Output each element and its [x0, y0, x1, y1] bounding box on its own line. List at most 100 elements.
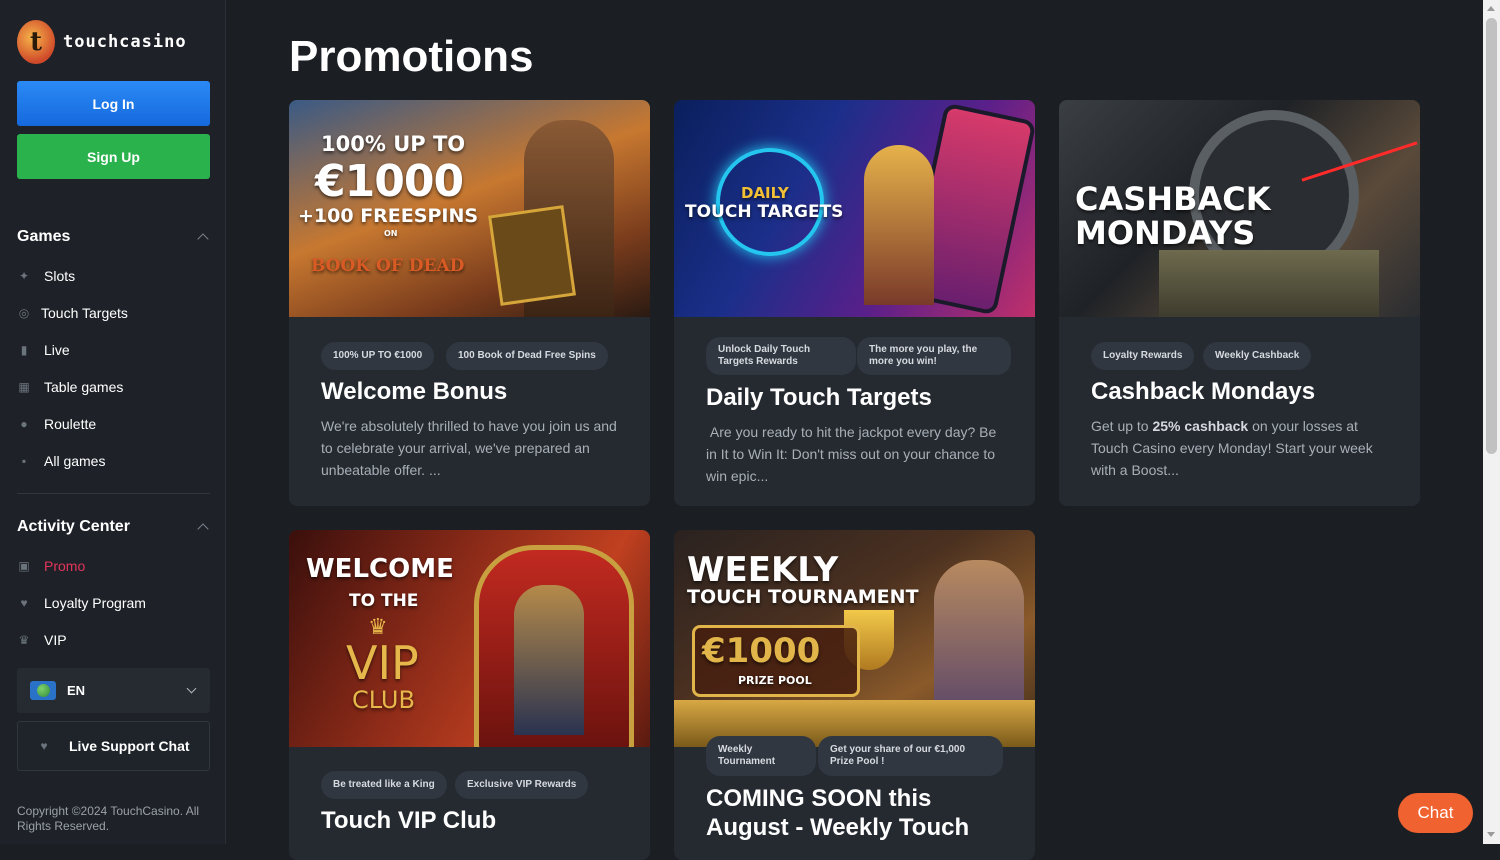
promo-card-weekly-touch-tournament[interactable]: WEEKLY TOUCH TOURNAMENT €1000 PRIZE POOL…	[674, 530, 1035, 860]
sidebar-item-slots[interactable]: ✦ Slots	[17, 265, 75, 287]
promo-title: COMING SOON this August - Weekly Touch	[706, 785, 970, 841]
language-selector[interactable]: EN	[17, 668, 210, 713]
promo-card-cashback-mondays[interactable]: CASHBACK MONDAYS Loyalty Rewards Weekly …	[1059, 100, 1420, 506]
table-icon: ▦	[18, 380, 30, 394]
promo-title: Touch VIP Club	[321, 807, 497, 834]
sidebar-item-label: Roulette	[44, 416, 97, 432]
divider	[17, 493, 210, 494]
promo-title: Welcome Bonus	[321, 378, 508, 405]
promo-tag: Exclusive VIP Rewards	[455, 771, 589, 799]
banner-line: DAILY	[741, 184, 789, 202]
sidebar-item-label: Promo	[44, 558, 86, 574]
sidebar-item-label: Live	[44, 342, 70, 358]
zeus-figure-icon	[864, 145, 934, 305]
chevron-up-icon[interactable]	[197, 233, 209, 245]
slots-icon: ✦	[18, 269, 30, 283]
promo-card-welcome-bonus[interactable]: 100% UP TO €1000 +100 FREESPINS ON BOOK …	[289, 100, 650, 506]
book-icon	[488, 205, 576, 306]
sidebar-item-label: Table games	[44, 379, 124, 395]
vip-club-banner: WELCOME TO THE ♛ VIP CLUB	[289, 530, 650, 747]
banner-line: CASHBACK	[1075, 180, 1271, 218]
sidebar-item-label: VIP	[44, 632, 67, 648]
banner-line: PRIZE POOL	[738, 674, 812, 687]
daily-touch-targets-banner: DAILY TOUCH TARGETS	[674, 100, 1035, 317]
scroll-up-arrow-icon[interactable]	[1487, 6, 1495, 11]
promo-tag: Get your share of our €1,000 Prize Pool …	[818, 736, 1003, 776]
games-section-title[interactable]: Games	[17, 228, 70, 246]
sidebar-item-touch-targets[interactable]: ◎ Touch Targets	[17, 302, 128, 324]
promo-tag: 100% UP TO €1000	[321, 342, 435, 370]
promo-card-daily-touch-targets[interactable]: DAILY TOUCH TARGETS Unlock Daily Touch T…	[674, 100, 1035, 506]
logo-mark-icon: t	[17, 20, 55, 64]
grid-icon: ▪	[21, 454, 27, 468]
sidebar-item-label: Slots	[44, 268, 76, 284]
banner-amount: €1000	[702, 631, 821, 671]
banner-amount: €1000	[315, 156, 464, 207]
cash-pile-icon	[1159, 250, 1379, 317]
promo-tag: The more you play, the more you win!	[857, 337, 1011, 375]
sidebar-item-roulette[interactable]: ● Roulette	[17, 413, 96, 435]
banner-line: TO THE	[349, 591, 419, 611]
promo-title: Daily Touch Targets	[706, 384, 932, 411]
king-figure-icon	[514, 585, 584, 735]
banner-line: CLUB	[352, 686, 415, 714]
live-support-chat-button[interactable]: ♥ Live Support Chat	[17, 721, 210, 771]
language-label: EN	[67, 683, 86, 698]
chevron-down-icon	[186, 683, 197, 694]
sidebar-item-label: Touch Targets	[41, 305, 128, 321]
crown-icon: ♛	[18, 633, 30, 647]
promo-title: Cashback Mondays	[1091, 378, 1316, 405]
sidebar-item-vip[interactable]: ♛ VIP	[17, 629, 67, 651]
sidebar-item-label: All games	[44, 453, 106, 469]
sidebar-item-live[interactable]: ▮ Live	[17, 339, 70, 361]
activity-section-title[interactable]: Activity Center	[17, 518, 130, 536]
banner-line: WEEKLY	[687, 550, 839, 590]
support-label: Live Support Chat	[69, 738, 190, 754]
weekly-tournament-banner: WEEKLY TOUCH TOURNAMENT €1000 PRIZE POOL	[674, 530, 1035, 747]
sidebar: t touchcasino Log In Sign Up Games ✦ Slo…	[0, 0, 226, 844]
banner-game-name: BOOK OF DEAD	[311, 256, 465, 276]
scroll-down-arrow-icon[interactable]	[1487, 832, 1495, 837]
banner-line: 100% UP TO	[321, 132, 466, 156]
promo-tag: Loyalty Rewards	[1091, 342, 1195, 370]
banner-line: ON	[384, 229, 398, 238]
heart-icon: ♥	[40, 739, 48, 753]
brand-name: touchcasino	[63, 32, 187, 52]
promo-tag: Be treated like a King	[321, 771, 447, 799]
promo-description: Get up to 25% cashback on your losses at…	[1091, 418, 1373, 478]
promo-card-touch-vip-club[interactable]: WELCOME TO THE ♛ VIP CLUB Be treated lik…	[289, 530, 650, 860]
login-button[interactable]: Log In	[17, 81, 210, 126]
target-icon: ◎	[18, 306, 30, 320]
chevron-up-icon[interactable]	[197, 523, 209, 535]
sidebar-item-promo[interactable]: ▣ Promo	[17, 555, 85, 577]
chat-button[interactable]: Chat	[1398, 793, 1473, 833]
gift-icon: ▣	[18, 559, 30, 573]
banner-line: +100 FREESPINS	[298, 205, 479, 227]
sidebar-item-label: Loyalty Program	[44, 595, 146, 611]
promo-tag: 100 Book of Dead Free Spins	[446, 342, 608, 370]
scroll-thumb[interactable]	[1486, 18, 1497, 454]
promo-description: We're absolutely thrilled to have you jo…	[321, 418, 617, 478]
promo-tag: Weekly Tournament	[706, 736, 816, 776]
signup-button[interactable]: Sign Up	[17, 134, 210, 179]
banner-line: VIP	[346, 636, 419, 690]
banner-line: MONDAYS	[1075, 214, 1256, 252]
roulette-icon: ●	[20, 417, 28, 431]
copyright: Copyright ©2024 TouchCasino. All Rights …	[17, 804, 200, 833]
live-icon: ▮	[20, 343, 28, 357]
sidebar-item-table-games[interactable]: ▦ Table games	[17, 376, 123, 398]
welcome-bonus-banner: 100% UP TO €1000 +100 FREESPINS ON BOOK …	[289, 100, 650, 317]
cashback-mondays-banner: CASHBACK MONDAYS	[1059, 100, 1420, 317]
banner-line: TOUCH TOURNAMENT	[687, 586, 919, 608]
globe-flag-icon	[30, 681, 56, 700]
banner-line: WELCOME	[306, 554, 454, 584]
banner-line: TOUCH TARGETS	[685, 202, 844, 222]
sidebar-item-loyalty-program[interactable]: ♥ Loyalty Program	[17, 592, 146, 614]
page-scrollbar[interactable]	[1483, 0, 1500, 844]
sidebar-item-all-games[interactable]: ▪ All games	[17, 450, 106, 472]
promo-tag: Weekly Cashback	[1203, 342, 1312, 370]
page-title: Promotions	[289, 32, 534, 81]
promo-tag: Unlock Daily Touch Targets Rewards	[706, 337, 856, 375]
heart-icon: ♥	[20, 596, 28, 610]
brand-logo[interactable]: t touchcasino	[17, 20, 187, 64]
